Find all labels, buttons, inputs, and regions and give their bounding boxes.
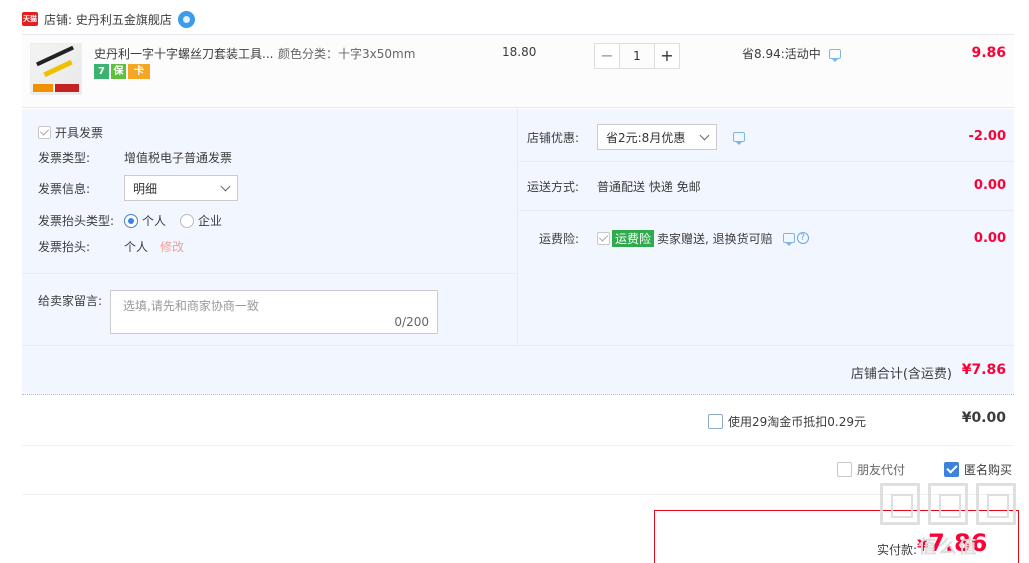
guarantee-icon[interactable]: 保	[111, 64, 126, 79]
radio-company-dot[interactable]	[180, 213, 195, 228]
radio-company-label: 企业	[198, 214, 223, 228]
quantity-input[interactable]: 1	[620, 43, 654, 69]
radio-personal-label: 个人	[142, 214, 167, 228]
seller-message-count: 0/200	[394, 315, 429, 329]
invoice-info-select[interactable]: 明细	[124, 175, 238, 201]
shop-total-label: 店铺合计(含运费)	[850, 367, 952, 382]
radio-company[interactable]: 企业	[180, 212, 222, 229]
discount-comment-icon[interactable]	[733, 132, 745, 145]
coins-label: 使用29淘金币抵扣0.29元	[728, 415, 866, 429]
shop-options-section: 店铺优惠: 省2元:8月优惠 -2.00 运送方式: 普通配送 快递 免邮 0.…	[519, 109, 1014, 345]
shop-discount-amount: -2.00	[968, 129, 1006, 144]
insurance-checkbox[interactable]	[597, 231, 610, 245]
invoice-section: 开具发票 发票类型: 增值税电子普通发票 发票信息: 明细 发票抬头类型: 个人…	[22, 109, 518, 345]
seller-message-label: 给卖家留言:	[38, 294, 103, 308]
shop-discount-selected: 省2元:8月优惠	[606, 130, 686, 145]
quantity-stepper: − 1 +	[594, 43, 680, 69]
radio-personal[interactable]: 个人	[124, 212, 166, 229]
shop-discount-select[interactable]: 省2元:8月优惠	[597, 124, 717, 150]
shop-header: 天猫 店铺: 史丹利五金旗舰店	[22, 8, 195, 30]
final-payment-label: 实付款:	[877, 543, 918, 557]
shipping-amount: 0.00	[973, 178, 1006, 193]
invoice-checkbox-group[interactable]: 开具发票	[38, 124, 103, 141]
promotion-info: 省8.94:活动中	[742, 45, 841, 62]
invoice-checkbox[interactable]	[38, 126, 51, 139]
final-payment-value: ¥7.86	[917, 529, 987, 557]
coins-checkbox[interactable]	[708, 414, 723, 429]
radio-personal-dot[interactable]	[124, 213, 138, 228]
friend-pay-option[interactable]: 朋友代付	[837, 461, 905, 478]
coins-value: ¥0.00	[961, 410, 1006, 426]
invoice-type-row: 发票类型: 增值税电子普通发票	[38, 149, 232, 166]
promotion-comment-icon[interactable]	[828, 48, 841, 62]
payment-options-row: 朋友代付 匿名购买	[22, 447, 1014, 495]
shipping-value: 普通配送 快递 免邮	[597, 179, 701, 194]
invoice-info-row: 发票信息: 明细	[38, 175, 238, 201]
item-subtotal: 9.86	[971, 45, 1006, 61]
shop-name-link[interactable]: 店铺: 史丹利五金旗舰店	[44, 11, 172, 28]
invoice-title-value: 个人	[124, 240, 149, 254]
quantity-increase-button[interactable]: +	[654, 43, 680, 69]
chevron-down-icon	[699, 130, 710, 140]
insurance-label: 运费险:	[538, 231, 579, 246]
shop-discount-label: 店铺优惠:	[526, 130, 579, 145]
unit-price: 18.80	[502, 45, 537, 59]
item-sku: 颜色分类：十字3x50mm	[278, 47, 416, 61]
seller-message-section: 给卖家留言: 选填,请先和商家协商一致 0/200	[22, 273, 518, 345]
seller-message-placeholder: 选填,请先和商家协商一致	[123, 299, 259, 313]
tmall-logo-icon: 天猫	[22, 12, 38, 26]
insurance-desc: 卖家赠送, 退换货可赔	[657, 231, 773, 246]
invoice-title-type-label: 发票抬头类型:	[38, 214, 115, 228]
friend-pay-checkbox[interactable]	[837, 462, 852, 477]
final-payment-amount: 7.86	[928, 529, 988, 557]
shipping-row: 运送方式: 普通配送 快递 免邮 0.00	[519, 171, 1014, 201]
anonymous-purchase-option[interactable]: 匿名购买	[944, 461, 1012, 478]
service-icons: 7 保 卡	[94, 64, 150, 79]
shop-discount-row: 店铺优惠: 省2元:8月优惠 -2.00	[519, 122, 1014, 152]
chevron-down-icon	[220, 181, 231, 191]
currency-symbol: ¥	[917, 536, 929, 555]
invoice-title-label: 发票抬头:	[38, 240, 91, 254]
order-item-row: 史丹利一字十字螺丝刀套装工具... 7 保 卡 颜色分类：十字3x50mm 18…	[22, 34, 1014, 108]
coins-checkbox-group[interactable]: 使用29淘金币抵扣0.29元	[708, 413, 866, 430]
invoice-info-label: 发票信息:	[38, 181, 91, 196]
order-options-panel: 开具发票 发票类型: 增值税电子普通发票 发票信息: 明细 发票抬头类型: 个人…	[22, 109, 1014, 395]
insurance-comment-icon[interactable]	[782, 233, 795, 246]
question-mark-icon[interactable]: ?	[796, 232, 809, 244]
invoice-title-row: 发票抬头: 个人 修改	[38, 238, 184, 255]
invoice-type-value: 增值税电子普通发票	[124, 151, 233, 165]
invoice-title-type-row: 发票抬头类型: 个人 企业	[38, 212, 236, 229]
insurance-tag: 运费险	[612, 229, 655, 247]
item-thumbnail[interactable]	[30, 43, 82, 95]
shipping-label: 运送方式:	[526, 179, 579, 194]
insurance-row: 运费险: 运费险 卖家赠送, 退换货可赔 ? 0.00	[519, 223, 1014, 253]
seller-message-textarea[interactable]: 选填,请先和商家协商一致 0/200	[110, 290, 438, 334]
wangwang-chat-icon[interactable]	[177, 10, 195, 28]
invoice-info-selected: 明细	[133, 181, 158, 196]
anonymous-checkbox[interactable]	[944, 462, 959, 477]
quantity-decrease-button[interactable]: −	[594, 43, 620, 69]
promotion-text: 省8.94:活动中	[742, 47, 821, 61]
invoice-edit-link[interactable]: 修改	[160, 238, 184, 255]
insurance-amount: 0.00	[973, 231, 1006, 246]
anonymous-label: 匿名购买	[964, 463, 1013, 477]
invoice-type-label: 发票类型:	[38, 151, 91, 165]
shop-total-row: 店铺合计(含运费) ¥7.86	[22, 345, 1014, 395]
invoice-checkbox-label: 开具发票	[55, 126, 104, 140]
final-payment-box: 实付款: ¥7.86	[654, 510, 1019, 563]
seven-day-return-icon[interactable]: 7	[94, 64, 109, 79]
credit-card-icon[interactable]: 卡	[128, 64, 150, 79]
shop-total-value: ¥7.86	[961, 362, 1006, 378]
friend-pay-label: 朋友代付	[857, 463, 906, 477]
item-title-link[interactable]: 史丹利一字十字螺丝刀套装工具...	[94, 45, 273, 62]
taobao-coins-row: 使用29淘金币抵扣0.29元 ¥0.00	[22, 396, 1014, 446]
